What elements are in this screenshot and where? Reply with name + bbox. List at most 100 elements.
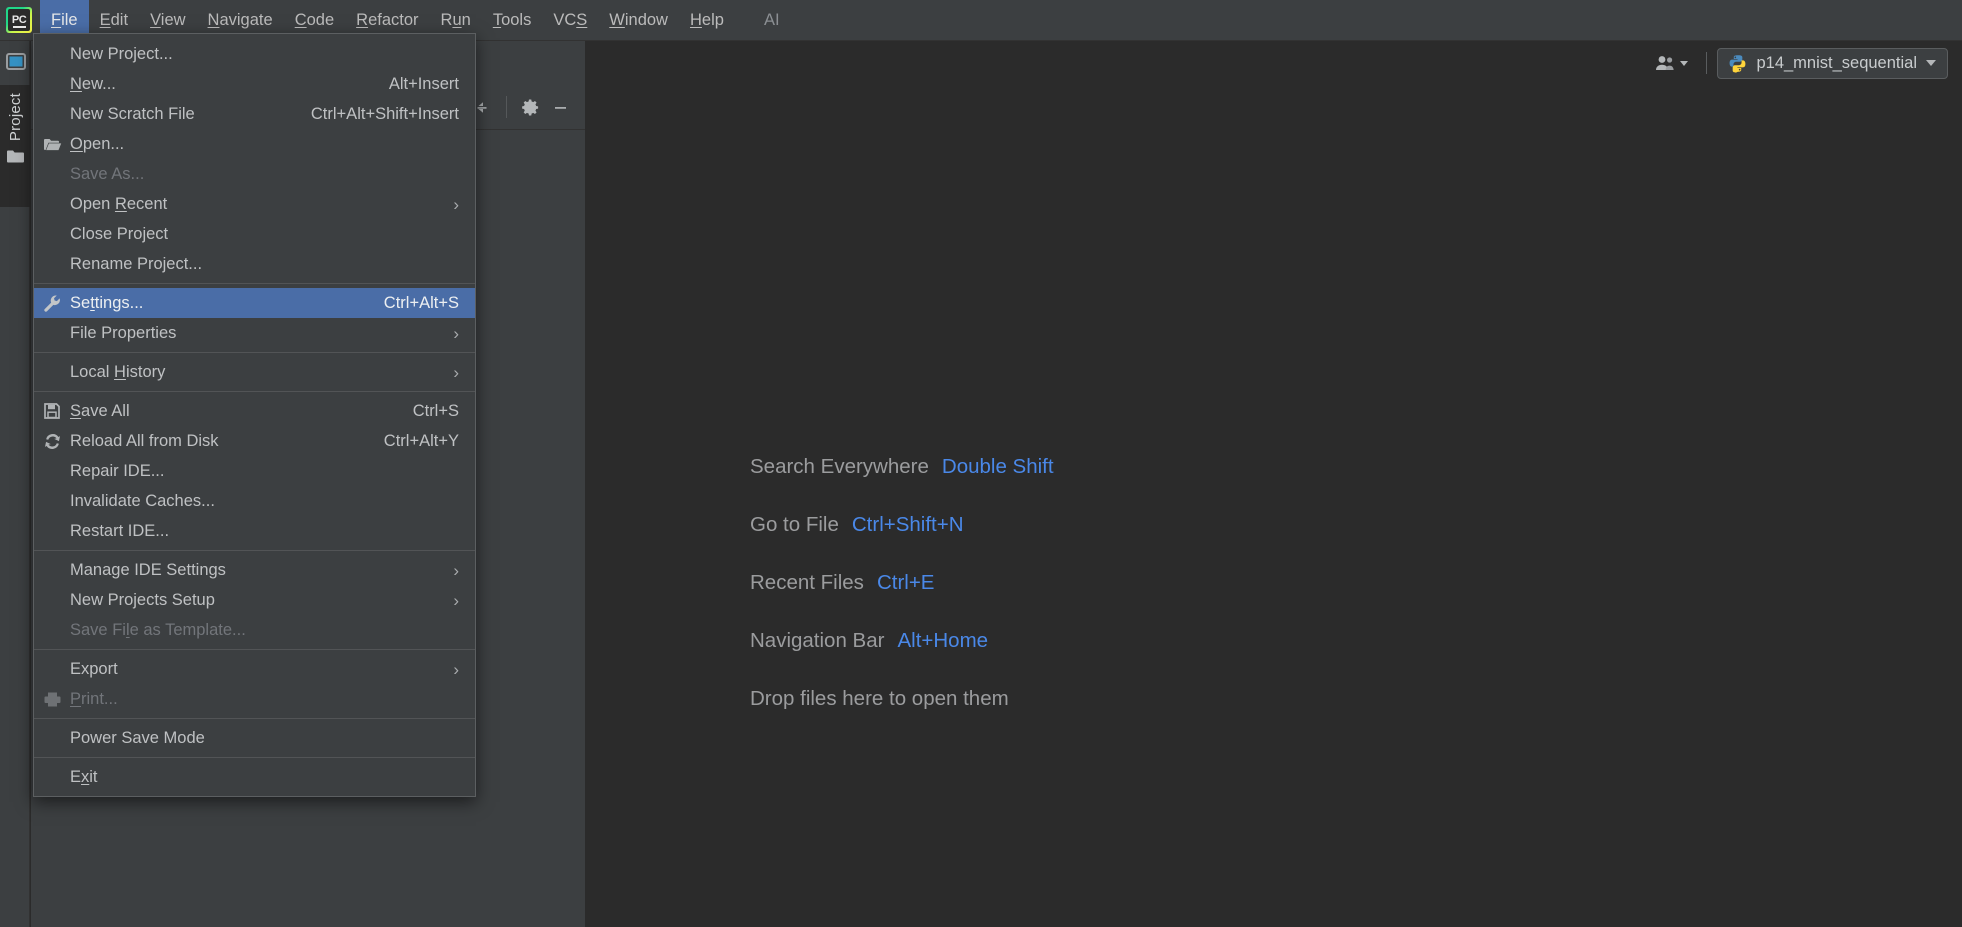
menu-item-restart-ide[interactable]: Restart IDE... <box>34 516 475 546</box>
menu-item-label: Close Project <box>70 224 169 243</box>
menu-item-repair-ide[interactable]: Repair IDE... <box>34 456 475 486</box>
menu-item-reload-all-from-disk[interactable]: Reload All from Disk Ctrl+Alt+Y <box>34 426 475 456</box>
menu-item-save-all[interactable]: Save All Ctrl+S <box>34 396 475 426</box>
python-file-icon <box>1728 54 1747 73</box>
toolwindow-divider <box>506 96 507 118</box>
reload-icon <box>34 432 70 451</box>
menu-separator <box>34 718 475 719</box>
menu-item-new-scratch-file[interactable]: New Scratch File Ctrl+Alt+Shift+Insert <box>34 99 475 129</box>
chevron-down-icon <box>1926 60 1936 66</box>
menu-item-save-as: Save As... <box>34 159 475 189</box>
file-menu-dropdown[interactable]: New Project... New... Alt+Insert New Scratc… <box>33 33 476 797</box>
chevron-right-icon: › <box>453 362 459 382</box>
menu-item-label: New Project... <box>70 44 173 63</box>
menu-separator <box>34 391 475 392</box>
menu-item-settings[interactable]: Settings... Ctrl+Alt+S <box>34 288 475 318</box>
menu-item-open[interactable]: Open... <box>34 129 475 159</box>
pycharm-logo-icon: PC <box>6 7 32 33</box>
menu-item-export[interactable]: Export › <box>34 654 475 684</box>
collaborate-button[interactable] <box>1646 50 1696 76</box>
hint-label: Go to File <box>750 513 839 536</box>
menu-item-rename-project[interactable]: Rename Project... <box>34 249 475 279</box>
editor-drop-hint: Drop files here to open them <box>750 687 1054 711</box>
menu-item-shortcut: Ctrl+Alt+Shift+Insert <box>310 104 459 123</box>
menu-item-label: Restart IDE... <box>70 521 170 540</box>
menu-item-exit[interactable]: Exit <box>34 762 475 792</box>
menu-item-file-properties[interactable]: File Properties › <box>34 318 475 348</box>
menu-item-power-save-mode[interactable]: Power Save Mode <box>34 723 475 753</box>
menu-item-print: Print... <box>34 684 475 714</box>
menu-item-open-recent[interactable]: Open Recent › <box>34 189 475 219</box>
menu-item-label: Open Recent <box>70 194 168 213</box>
hint-label: Recent Files <box>750 571 864 594</box>
chevron-right-icon: › <box>453 560 459 580</box>
chevron-right-icon: › <box>453 590 459 610</box>
menu-item-label: Reload All from Disk <box>70 431 219 450</box>
menu-item-invalidate-caches[interactable]: Invalidate Caches... <box>34 486 475 516</box>
menu-item-label: Open... <box>70 134 125 153</box>
gear-icon[interactable] <box>515 92 545 122</box>
editor-empty-area: Search Everywhere Double Shift Go to File C… <box>585 85 1962 927</box>
editor-hint-list: Search Everywhere Double Shift Go to File C… <box>750 455 1054 745</box>
hint-shortcut: Double Shift <box>941 455 1054 478</box>
menu-item-label: New Scratch File <box>70 104 195 123</box>
menu-item-label: Export <box>70 659 118 678</box>
top-right-toolbar: p14_mnist_sequential <box>1646 41 1962 85</box>
sidebar-item-project[interactable]: Project <box>0 85 30 207</box>
drop-hint-label: Drop files here to open them <box>750 687 1009 710</box>
chevron-right-icon: › <box>453 659 459 679</box>
sidebar-item-label: Project <box>6 93 24 142</box>
toolbar-divider <box>1706 52 1708 74</box>
people-icon <box>1654 54 1676 72</box>
menu-item-shortcut: Ctrl+Alt+S <box>383 293 459 312</box>
menu-item-label: Rename Project... <box>70 254 203 273</box>
run-configuration-label: p14_mnist_sequential <box>1756 53 1917 72</box>
minimize-icon[interactable] <box>545 92 575 122</box>
editor-hint-row: Recent Files Ctrl+E <box>750 571 1054 595</box>
menu-help[interactable]: Help <box>679 0 735 41</box>
chevron-right-icon: › <box>453 194 459 214</box>
menu-item-save-file-as-template: Save File as Template... <box>34 615 475 645</box>
menu-item-label: Save All <box>70 401 130 420</box>
editor-hint-row: Go to File Ctrl+Shift+N <box>750 513 1054 537</box>
menu-item-label: Print... <box>70 689 118 708</box>
menu-item-shortcut: Ctrl+Alt+Y <box>383 431 459 450</box>
menu-item-label: Exit <box>70 767 98 786</box>
menu-tools[interactable]: Tools <box>482 0 543 41</box>
menu-item-label: Local History <box>70 362 166 381</box>
menu-item-label: Invalidate Caches... <box>70 491 215 510</box>
save-icon <box>34 402 70 420</box>
print-icon <box>34 691 70 708</box>
menu-item-new[interactable]: New... Alt+Insert <box>34 69 475 99</box>
menu-item-label: Repair IDE... <box>70 461 165 480</box>
run-configuration-selector[interactable]: p14_mnist_sequential <box>1717 47 1948 79</box>
hint-label: Navigation Bar <box>750 629 885 652</box>
menu-separator <box>34 757 475 758</box>
menu-item-label: Settings... <box>70 293 144 312</box>
left-tool-stripe: Project <box>0 41 30 927</box>
editor-hint-row: Search Everywhere Double Shift <box>750 455 1054 479</box>
menu-item-label: Manage IDE Settings <box>70 560 226 579</box>
menu-item-new-project[interactable]: New Project... <box>34 39 475 69</box>
hint-label: Search Everywhere <box>750 455 929 478</box>
chevron-down-icon <box>1680 60 1689 66</box>
menu-item-shortcut: Alt+Insert <box>388 74 459 93</box>
menu-vcs[interactable]: VCS <box>542 0 598 41</box>
tool-window-icon[interactable] <box>4 49 28 73</box>
folder-open-icon <box>34 137 70 152</box>
pycharm-window: PC File Edit View Navigate Code Refactor Run To… <box>0 0 1962 927</box>
pycharm-logo-text: PC <box>8 9 30 31</box>
menu-item-new-projects-setup[interactable]: New Projects Setup › <box>34 585 475 615</box>
menu-item-close-project[interactable]: Close Project <box>34 219 475 249</box>
menu-item-local-history[interactable]: Local History › <box>34 357 475 387</box>
menu-item-label: Power Save Mode <box>70 728 205 747</box>
folder-icon <box>6 149 25 164</box>
editor-hint-row: Navigation Bar Alt+Home <box>750 629 1054 653</box>
menu-item-manage-ide-settings[interactable]: Manage IDE Settings › <box>34 555 475 585</box>
menu-item-shortcut: Ctrl+S <box>412 401 459 420</box>
menu-window[interactable]: Window <box>598 0 679 41</box>
menu-ai[interactable]: AI <box>753 0 791 41</box>
menu-separator <box>34 352 475 353</box>
menu-item-label: New... <box>70 74 116 93</box>
menu-separator <box>34 283 475 284</box>
